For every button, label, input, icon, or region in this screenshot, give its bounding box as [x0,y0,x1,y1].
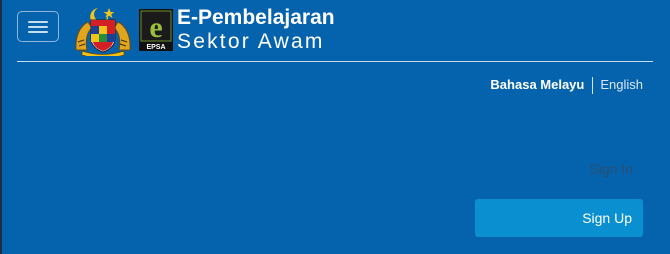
header-divider [17,61,653,62]
language-option-malay[interactable]: Bahasa Melayu [490,77,584,92]
epsa-logo-text: EPSA [146,44,165,51]
hamburger-menu-icon-bar-middle [28,26,48,28]
language-option-english[interactable]: English [600,77,643,92]
brand-subtitle: Sektor Awam [177,30,325,53]
language-switcher: Bahasa Melayu English [490,77,643,95]
sign-in-link[interactable]: Sign In [589,161,633,177]
sign-up-button[interactable]: Sign Up [475,199,643,237]
hamburger-menu-icon-bar-top [28,21,48,23]
hamburger-menu-button[interactable] [17,11,59,42]
language-separator [592,77,594,95]
coat-of-arms-icon [74,6,132,59]
brand-title: E-Pembelajaran [177,6,335,29]
window-left-edge [0,0,2,254]
svg-text:e: e [149,11,162,44]
epsa-logo-icon: e EPSA [139,9,173,51]
hamburger-menu-icon-bar-bottom [28,31,48,33]
